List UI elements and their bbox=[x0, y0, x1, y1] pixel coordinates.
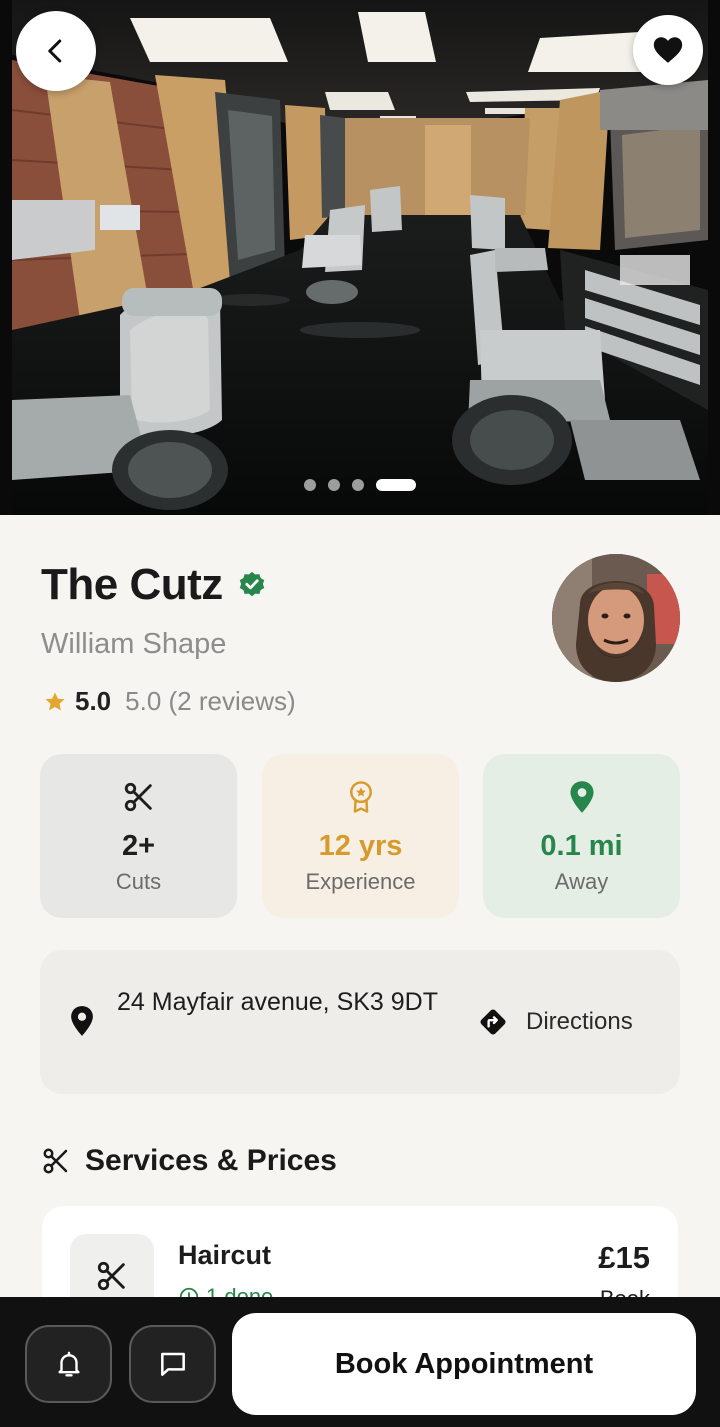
rating-reviews[interactable]: 5.0 (2 reviews) bbox=[125, 686, 296, 717]
barber-photo bbox=[552, 554, 680, 682]
directions-label: Directions bbox=[526, 1008, 633, 1035]
address-text: 24 Mayfair avenue, SK3 9DT bbox=[117, 988, 438, 1016]
directions-button[interactable]: Directions bbox=[478, 1002, 633, 1042]
shop-name-row: The Cutz bbox=[41, 560, 267, 610]
barbershop-photo bbox=[0, 0, 720, 515]
services-title: Services & Prices bbox=[85, 1144, 337, 1177]
stat-distance-label: Away bbox=[554, 869, 609, 894]
back-button[interactable] bbox=[16, 11, 96, 91]
verified-badge-icon bbox=[237, 570, 267, 600]
message-button[interactable] bbox=[129, 1325, 216, 1403]
stat-distance-value: 0.1 mi bbox=[540, 830, 623, 862]
carousel-dot[interactable] bbox=[352, 479, 364, 491]
owner-name: William Shape bbox=[41, 628, 227, 660]
barber-avatar[interactable] bbox=[552, 554, 680, 682]
bell-icon bbox=[57, 1351, 80, 1377]
book-appointment-button[interactable]: Book Appointment bbox=[232, 1313, 696, 1415]
carousel-indicator[interactable] bbox=[304, 479, 416, 491]
bottom-action-bar: Book Appointment bbox=[0, 1297, 720, 1427]
stat-cuts-value: 2+ bbox=[121, 830, 156, 862]
stat-distance-card: 0.1 mi Away bbox=[483, 754, 680, 918]
service-name: Haircut bbox=[178, 1240, 272, 1270]
stat-experience-card: 12 yrs Experience bbox=[262, 754, 459, 918]
location-pin-icon bbox=[71, 1006, 93, 1036]
carousel-dot[interactable] bbox=[328, 479, 340, 491]
stat-experience-value: 12 yrs bbox=[318, 830, 403, 862]
hero-gallery[interactable] bbox=[0, 0, 720, 515]
directions-icon bbox=[480, 1009, 506, 1035]
scissors-icon bbox=[43, 1148, 68, 1174]
services-heading: Services & Prices bbox=[41, 1144, 337, 1178]
favorite-button[interactable] bbox=[633, 15, 703, 85]
star-icon bbox=[45, 692, 65, 710]
carousel-dot[interactable] bbox=[304, 479, 316, 491]
location-pin-icon bbox=[567, 778, 597, 816]
scissors-icon bbox=[122, 778, 156, 816]
address-card[interactable]: 24 Mayfair avenue, SK3 9DT Directions bbox=[40, 950, 680, 1094]
carousel-dot-active[interactable] bbox=[376, 479, 416, 491]
stat-experience-label: Experience bbox=[305, 869, 416, 894]
chevron-left-icon bbox=[48, 39, 62, 63]
rating[interactable]: 5.0 5.0 (2 reviews) bbox=[43, 686, 296, 717]
shop-name: The Cutz bbox=[41, 560, 223, 609]
heart-icon bbox=[653, 37, 683, 63]
stat-cuts-label: Cuts bbox=[115, 869, 162, 894]
scissors-icon bbox=[97, 1261, 125, 1291]
award-icon bbox=[346, 778, 376, 816]
notifications-button[interactable] bbox=[25, 1325, 112, 1403]
rating-score: 5.0 bbox=[75, 686, 112, 716]
chat-bubble-icon bbox=[160, 1352, 185, 1376]
service-price: £15 bbox=[598, 1240, 650, 1275]
stat-cuts-card: 2+ Cuts bbox=[40, 754, 237, 918]
